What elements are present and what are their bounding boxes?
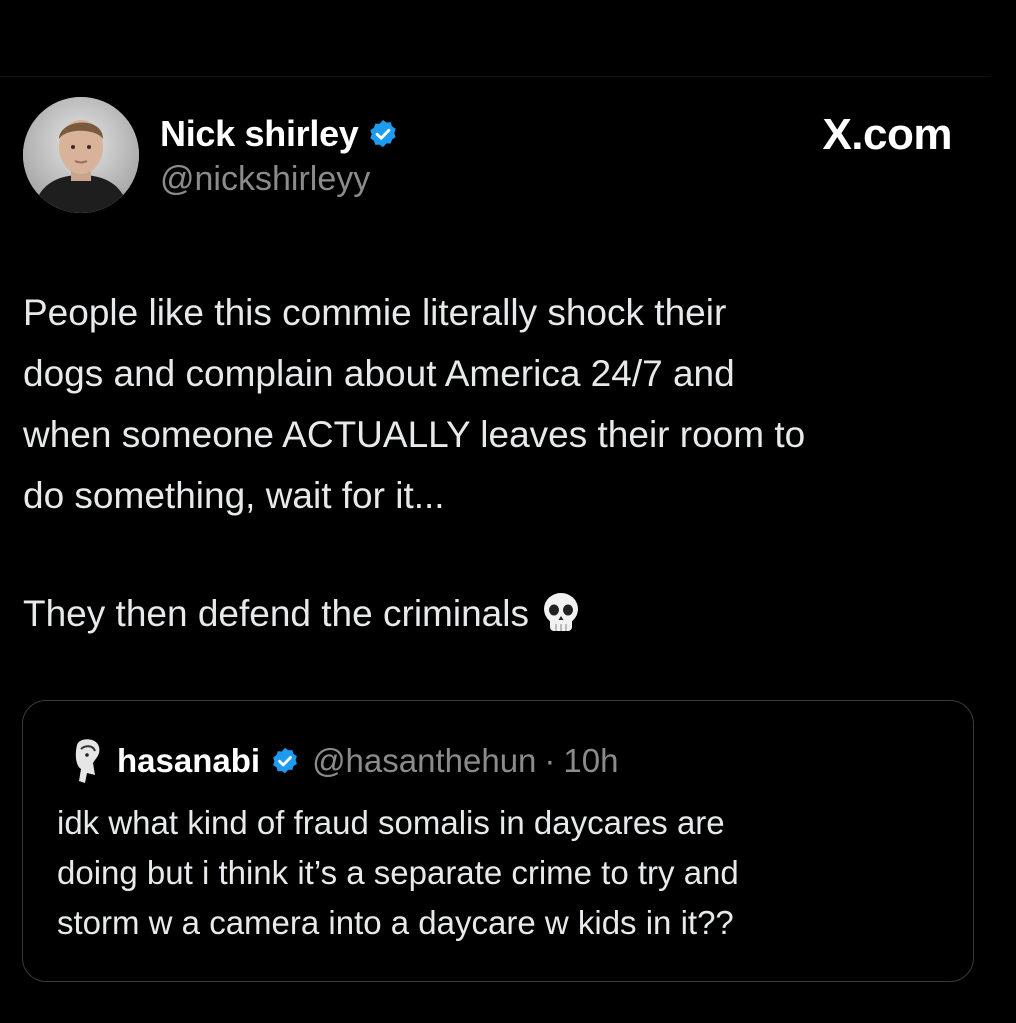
skull-icon	[541, 591, 581, 637]
post-text: People like this commie literally shock …	[23, 292, 806, 516]
quoted-post-header: hasanabi @hasanthehun · 10h	[65, 731, 618, 791]
quoted-post-separator: ·	[544, 742, 556, 779]
quoted-author-handle[interactable]: @hasanthehun	[312, 742, 536, 780]
quoted-author-avatar-icon[interactable]	[65, 735, 107, 787]
quoted-post-text: idk what kind of fraud somalis in daycar…	[57, 804, 739, 941]
quoted-post-timestamp[interactable]: 10h	[563, 742, 618, 780]
quoted-post-card[interactable]: hasanabi @hasanthehun · 10h idk what kin…	[22, 700, 974, 982]
post-text-followup: They then defend the criminals	[23, 593, 529, 634]
quoted-author-display-name[interactable]: hasanabi	[117, 742, 260, 780]
post-text-followup-row: They then defend the criminals	[23, 583, 581, 644]
author-display-name[interactable]: Nick shirley	[160, 113, 359, 155]
site-label: X.com	[822, 110, 952, 159]
author-block: Nick shirley @nickshirleyy	[160, 112, 399, 199]
top-divider	[0, 76, 990, 77]
author-avatar[interactable]	[23, 97, 139, 213]
author-handle[interactable]: @nickshirleyy	[160, 160, 399, 199]
verified-badge-icon	[367, 118, 399, 150]
verified-badge-icon	[270, 746, 300, 776]
author-name-row: Nick shirley	[160, 112, 399, 156]
